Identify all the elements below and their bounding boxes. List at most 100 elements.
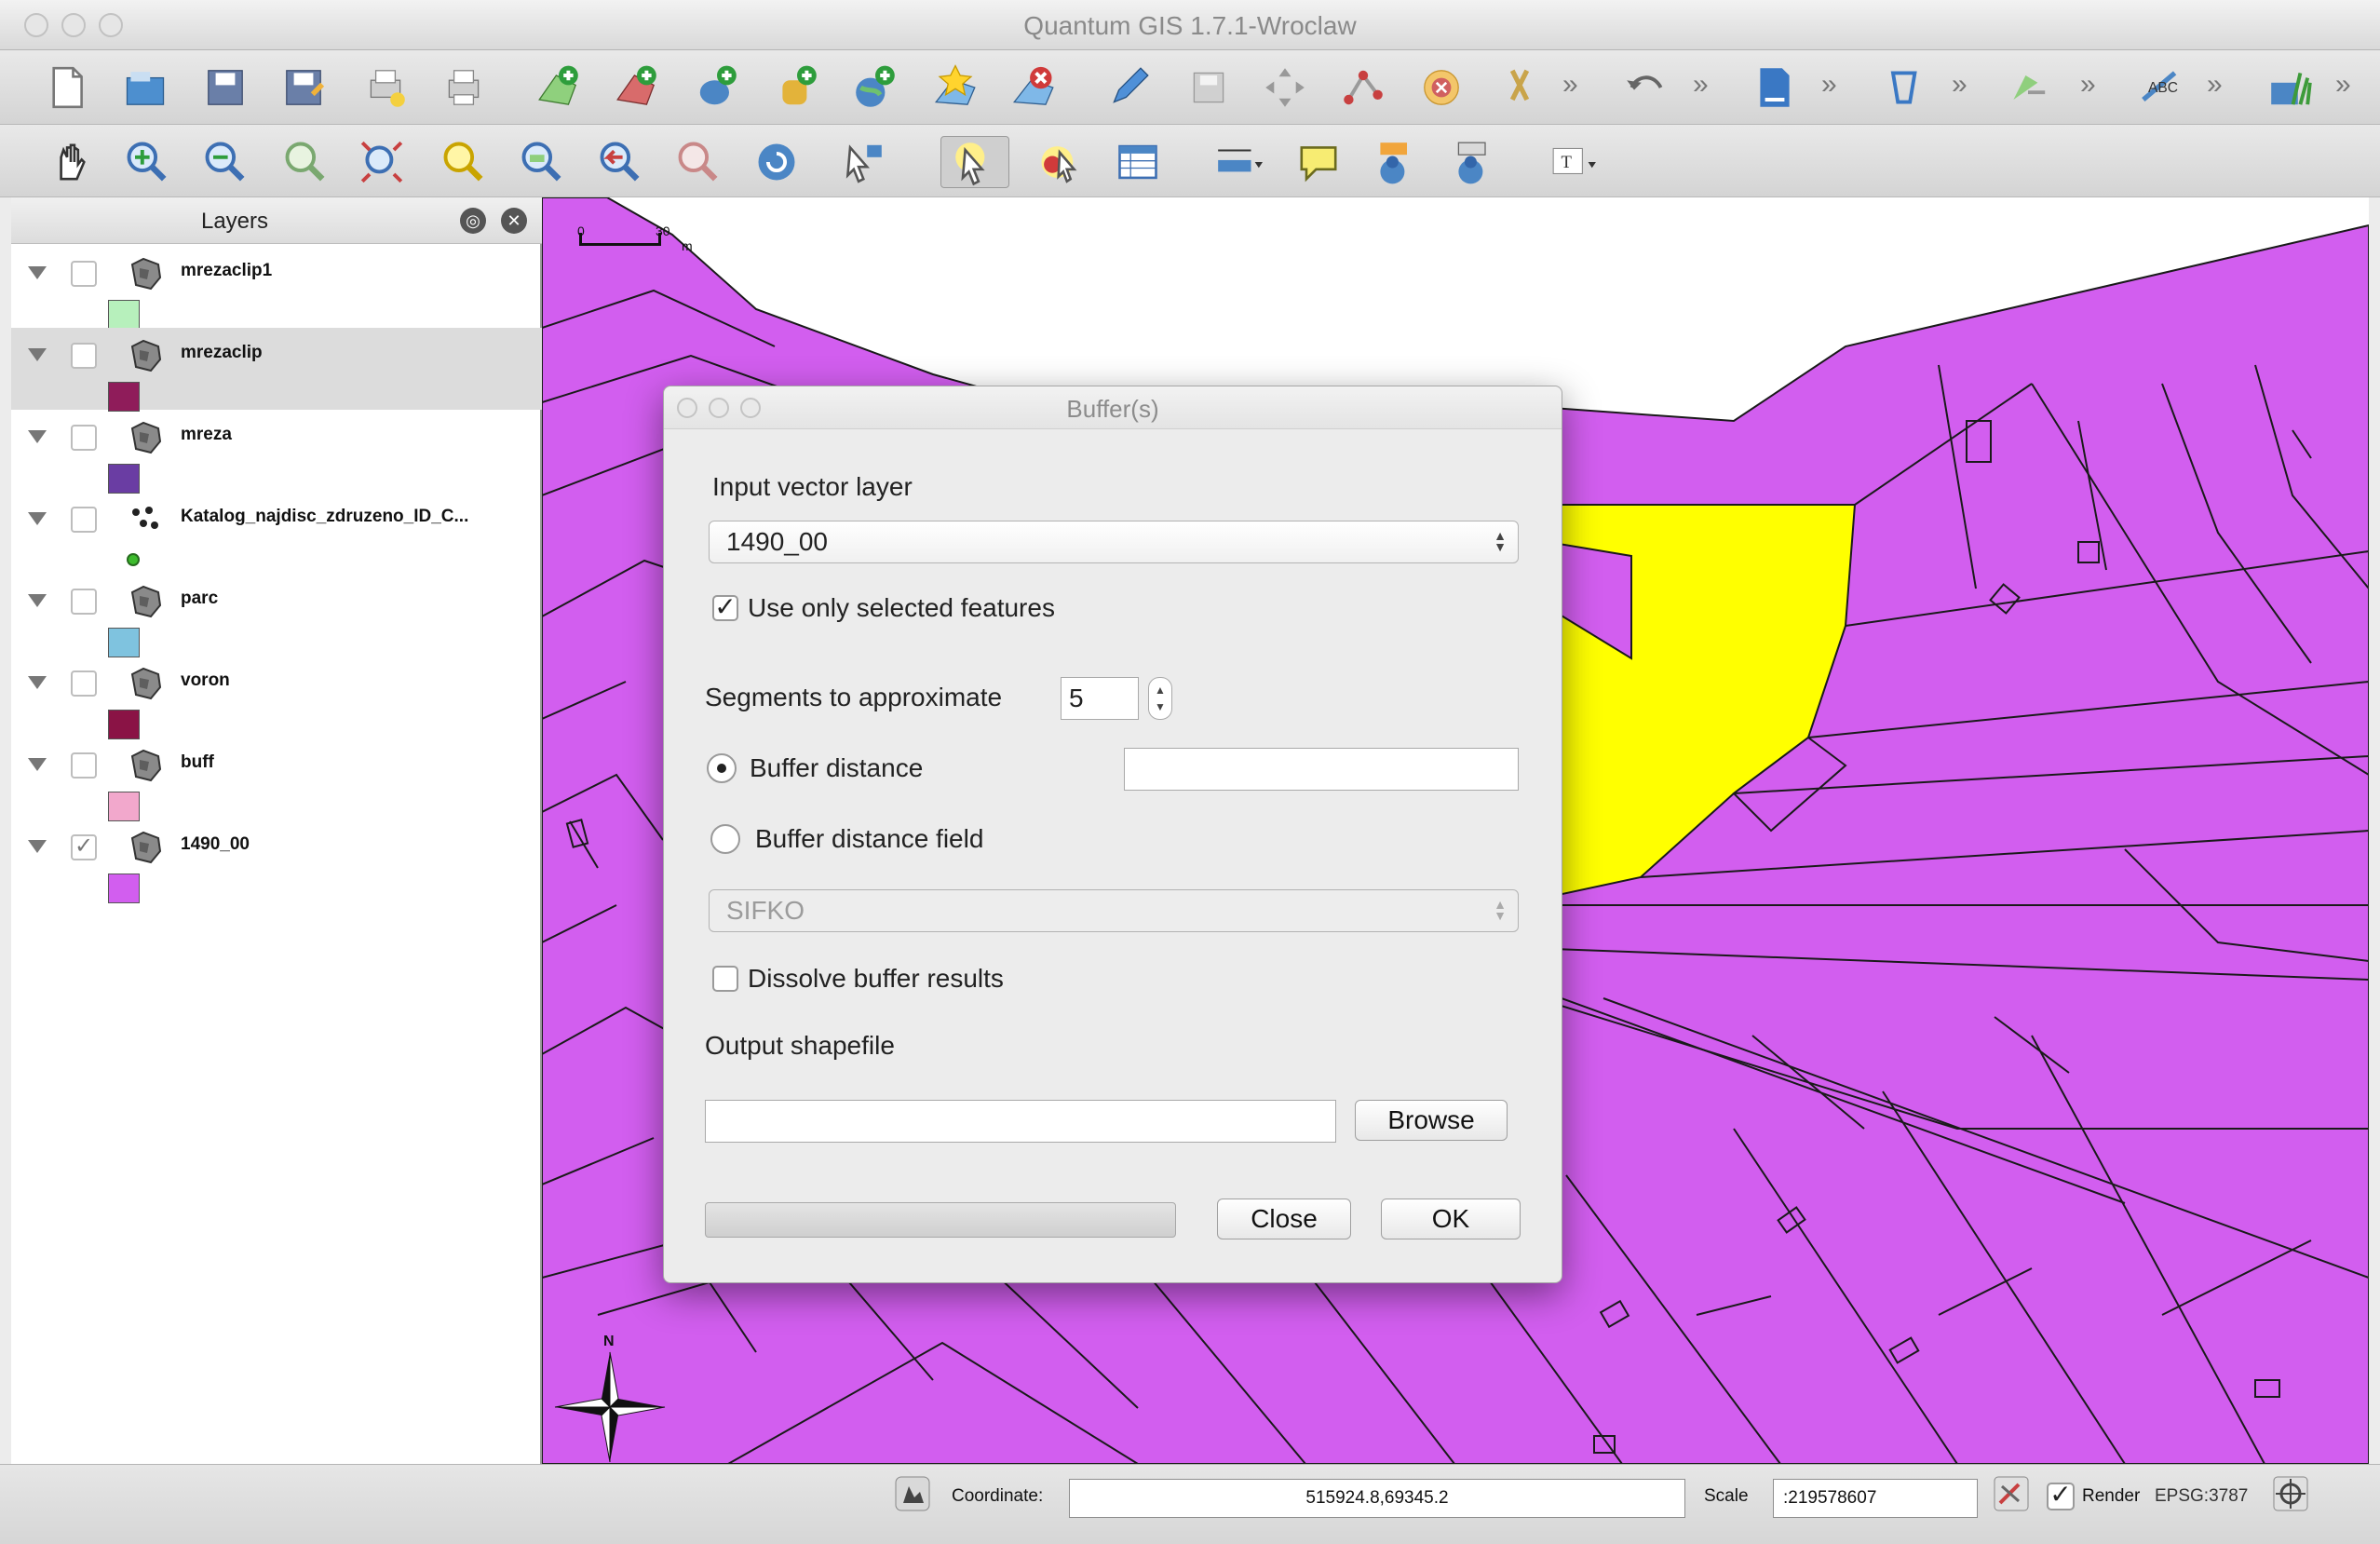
- label-tool-icon[interactable]: ABC: [2134, 61, 2186, 114]
- segments-stepper[interactable]: ▲ ▼: [1148, 677, 1172, 720]
- add-vector-layer-icon[interactable]: [533, 61, 585, 114]
- expand-triangle-icon[interactable]: [28, 512, 47, 525]
- save-edits-icon[interactable]: [1183, 61, 1235, 114]
- layer-item[interactable]: mrezaclip: [11, 328, 542, 412]
- save-project-icon[interactable]: [199, 61, 251, 114]
- toggle-extents-icon[interactable]: [894, 1475, 931, 1512]
- zoom-last-icon[interactable]: [594, 136, 646, 188]
- pan-hand-icon[interactable]: [45, 136, 97, 188]
- toolbar-overflow-icon[interactable]: »: [1693, 69, 1709, 101]
- toolbar-overflow-icon[interactable]: »: [2080, 69, 2096, 101]
- close-panel-icon[interactable]: ✕: [501, 208, 527, 234]
- expand-triangle-icon[interactable]: [28, 676, 47, 689]
- expand-triangle-icon[interactable]: [28, 840, 47, 853]
- zoom-out-icon[interactable]: [199, 136, 251, 188]
- layer-item[interactable]: parc: [11, 574, 542, 657]
- python-plugin-icon[interactable]: [1879, 61, 1931, 114]
- zoom-to-layer-icon[interactable]: [279, 136, 331, 188]
- layer-color-swatch[interactable]: [108, 710, 140, 739]
- cut-features-icon[interactable]: [1494, 61, 1546, 114]
- text-tool-icon[interactable]: T: [1536, 136, 1611, 188]
- crs-label[interactable]: EPSG:3787: [2155, 1486, 2248, 1507]
- toolbar-overflow-icon[interactable]: »: [1952, 69, 1968, 101]
- layer-color-swatch[interactable]: [108, 792, 140, 821]
- layer-color-swatch[interactable]: [108, 628, 140, 657]
- layer-item[interactable]: mrezaclip1: [11, 246, 542, 330]
- deselect-features-icon[interactable]: [1034, 136, 1086, 188]
- zoom-in-icon[interactable]: [121, 136, 173, 188]
- save-as-icon[interactable]: [277, 61, 330, 114]
- layer-color-swatch[interactable]: [108, 464, 140, 494]
- attribute-table-icon[interactable]: [1112, 136, 1164, 188]
- toggle-editing-icon[interactable]: [1102, 61, 1155, 114]
- expand-triangle-icon[interactable]: [28, 594, 47, 607]
- add-postgis-layer-icon[interactable]: [691, 61, 743, 114]
- toolbar-overflow-icon[interactable]: »: [2335, 69, 2351, 101]
- stop-render-icon[interactable]: [1993, 1475, 2030, 1512]
- text-annotation-icon[interactable]: [1292, 136, 1345, 188]
- zoom-full-icon[interactable]: [356, 136, 408, 188]
- move-feature-icon[interactable]: [1259, 61, 1311, 114]
- open-project-icon[interactable]: [119, 61, 171, 114]
- delete-selected-icon[interactable]: [1415, 61, 1467, 114]
- spatial-bookmark-icon[interactable]: [1369, 136, 1421, 188]
- point-symbol-swatch[interactable]: [127, 553, 140, 566]
- print-composer-icon[interactable]: [438, 61, 490, 114]
- zoom-to-selection-icon[interactable]: [438, 136, 490, 188]
- use-selected-checkbox[interactable]: ✓: [712, 594, 738, 621]
- undo-icon[interactable]: [1620, 61, 1672, 114]
- layer-item[interactable]: ✓ 1490_00: [11, 819, 542, 903]
- new-shapefile-layer-icon[interactable]: [929, 61, 981, 114]
- new-print-composer-icon[interactable]: [359, 61, 412, 114]
- undock-panel-icon[interactable]: ◎: [460, 208, 486, 234]
- toolbar-overflow-icon[interactable]: »: [1821, 69, 1837, 101]
- layer-visibility-checkbox[interactable]: [71, 343, 97, 369]
- layer-visibility-checkbox[interactable]: [71, 670, 97, 697]
- layer-visibility-checkbox[interactable]: [71, 589, 97, 615]
- layer-visibility-checkbox[interactable]: [71, 261, 97, 287]
- grass-tools-icon[interactable]: [2265, 61, 2317, 114]
- digitize-icon[interactable]: [1749, 61, 1801, 114]
- map-tips-icon[interactable]: [836, 136, 888, 188]
- dissolve-checkbox[interactable]: [712, 966, 738, 992]
- segments-input[interactable]: 5: [1061, 677, 1139, 720]
- add-raster-layer-icon[interactable]: [611, 61, 663, 114]
- add-wms-layer-icon[interactable]: [849, 61, 901, 114]
- zoom-to-native-resolution-icon[interactable]: [516, 136, 568, 188]
- buffer-distance-radio[interactable]: [707, 753, 737, 783]
- layer-visibility-checkbox[interactable]: ✓: [71, 834, 97, 860]
- layer-item[interactable]: mreza: [11, 410, 542, 494]
- output-shapefile-input[interactable]: [705, 1100, 1336, 1143]
- toolbar-overflow-icon[interactable]: »: [1562, 69, 1578, 101]
- toolbar-overflow-icon[interactable]: »: [2207, 69, 2223, 101]
- remove-layer-icon[interactable]: [1007, 61, 1060, 114]
- select-features-icon[interactable]: [940, 136, 1009, 188]
- close-button[interactable]: Close: [1217, 1199, 1351, 1239]
- layer-item[interactable]: Katalog_najdisc_zdruzeno_ID_C...: [11, 492, 542, 574]
- layer-item[interactable]: buff: [11, 738, 542, 821]
- zoom-next-icon[interactable]: [672, 136, 724, 188]
- coordinate-field[interactable]: 515924.8,69345.2: [1069, 1479, 1685, 1518]
- browse-button[interactable]: Browse: [1355, 1100, 1508, 1141]
- ok-button[interactable]: OK: [1381, 1199, 1521, 1239]
- layer-color-swatch[interactable]: [108, 300, 140, 330]
- render-checkbox[interactable]: ✓: [2047, 1482, 2075, 1510]
- expand-triangle-icon[interactable]: [28, 266, 47, 279]
- layer-visibility-checkbox[interactable]: [71, 752, 97, 779]
- layer-color-swatch[interactable]: [108, 382, 140, 412]
- new-project-icon[interactable]: [41, 61, 93, 114]
- layer-item[interactable]: voron: [11, 656, 542, 739]
- add-spatialite-layer-icon[interactable]: [771, 61, 823, 114]
- layer-visibility-checkbox[interactable]: [71, 507, 97, 533]
- distance-field-select[interactable]: SIFKO ▲ ▼: [709, 889, 1519, 932]
- show-bookmarks-icon[interactable]: [1447, 136, 1499, 188]
- buffer-distance-field-radio[interactable]: [710, 824, 740, 854]
- expand-triangle-icon[interactable]: [28, 758, 47, 771]
- scale-field[interactable]: :219578607: [1773, 1479, 1978, 1518]
- projection-settings-icon[interactable]: [2272, 1475, 2309, 1512]
- layer-visibility-checkbox[interactable]: [71, 425, 97, 451]
- input-layer-select[interactable]: 1490_00 ▲ ▼: [709, 521, 1519, 563]
- layer-color-swatch[interactable]: [108, 874, 140, 903]
- expand-triangle-icon[interactable]: [28, 430, 47, 443]
- measure-line-icon[interactable]: [1201, 136, 1276, 188]
